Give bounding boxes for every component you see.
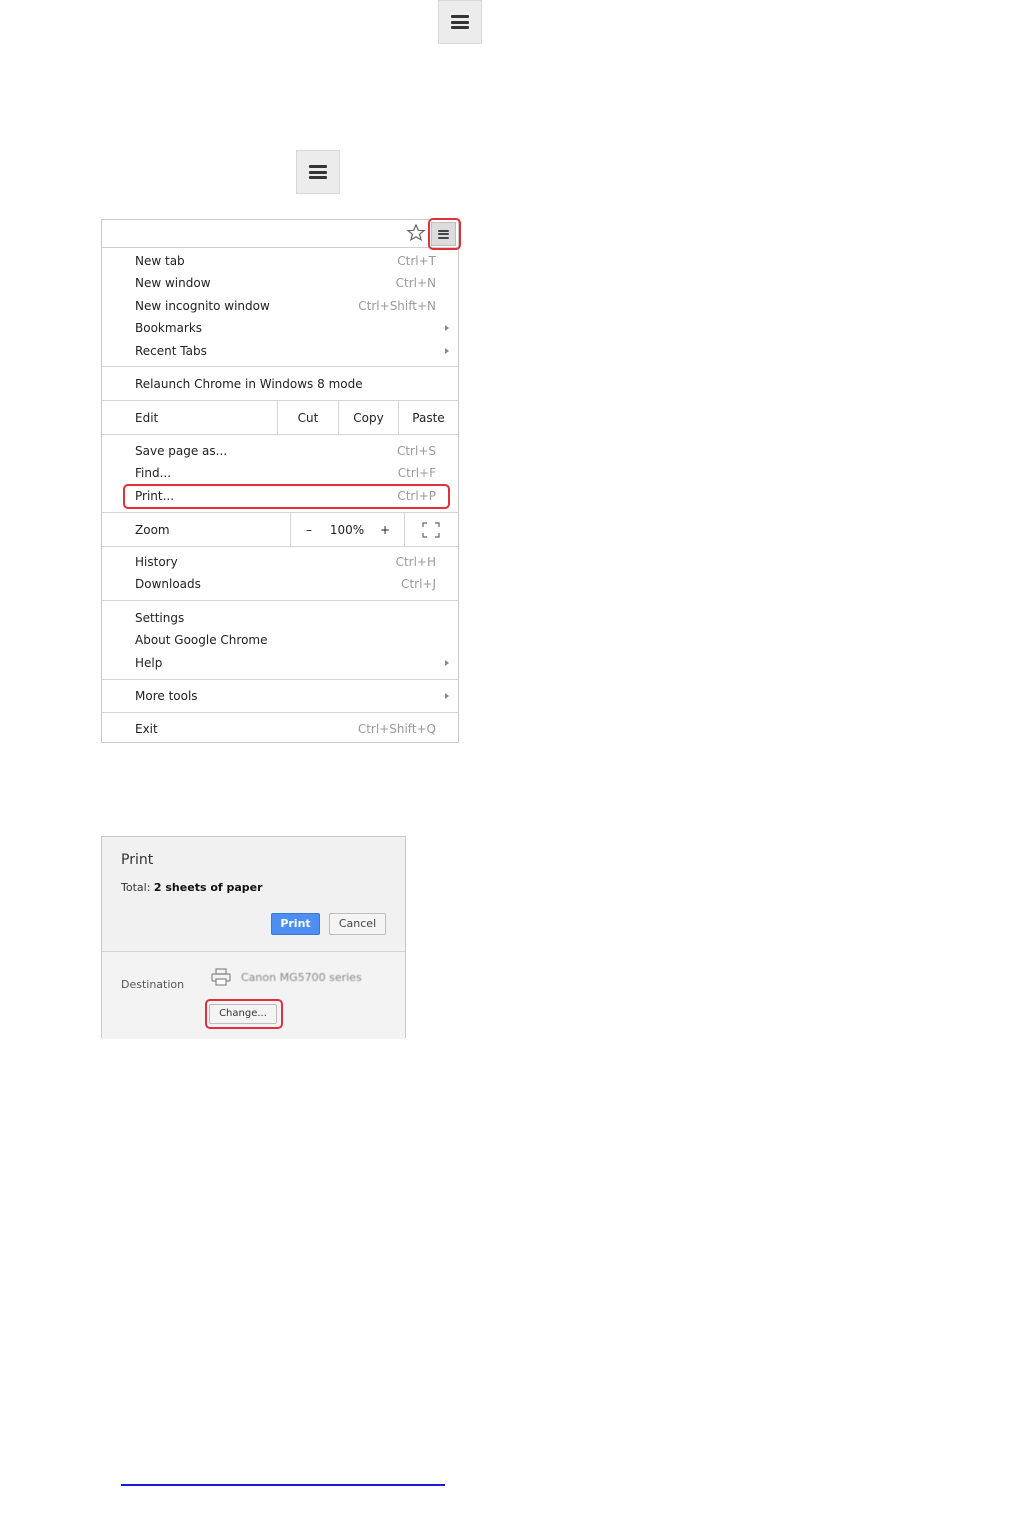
menu-item-bookmarks[interactable]: Bookmarks — [135, 318, 202, 338]
menu-item-downloads[interactable]: Downloads — [135, 574, 201, 594]
print-button[interactable]: Print — [271, 913, 320, 935]
zoom-level: 100% — [329, 523, 365, 537]
cut-button[interactable]: Cut — [278, 408, 338, 428]
shortcut-new-window: Ctrl+N — [395, 276, 436, 290]
shortcut-exit: Ctrl+Shift+Q — [357, 722, 436, 736]
submenu-arrow-icon — [445, 325, 449, 331]
print-dialog-title: Print — [121, 852, 154, 868]
hamburger-icon — [451, 15, 469, 29]
browser-toolbar — [102, 220, 458, 248]
paste-button[interactable]: Paste — [399, 408, 458, 428]
menu-divider — [290, 513, 291, 546]
destination-label: Destination — [121, 978, 185, 991]
menu-divider — [102, 546, 458, 547]
submenu-arrow-icon — [445, 693, 449, 699]
zoom-out-button[interactable]: – — [298, 520, 320, 540]
bookmark-star-icon[interactable] — [406, 223, 426, 243]
copy-button[interactable]: Copy — [339, 408, 398, 428]
change-button-highlight — [205, 999, 283, 1029]
shortcut-new-tab: Ctrl+T — [397, 254, 436, 268]
menu-item-exit[interactable]: Exit — [135, 719, 158, 739]
submenu-arrow-icon — [445, 660, 449, 666]
cancel-button[interactable]: Cancel — [329, 913, 386, 935]
hamburger-icon — [309, 165, 327, 179]
menu-item-help[interactable]: Help — [135, 653, 162, 673]
chrome-menu-panel: New tab Ctrl+T New window Ctrl+N New inc… — [101, 218, 461, 743]
menu-item-save-page-as[interactable]: Save page as... — [135, 441, 227, 461]
menu-item-recent-tabs[interactable]: Recent Tabs — [135, 341, 207, 361]
chrome-menu-icon-example-2 — [296, 150, 340, 194]
menu-divider — [404, 513, 405, 546]
menu-item-new-tab[interactable]: New tab — [135, 251, 185, 271]
shortcut-save-page: Ctrl+S — [396, 444, 436, 458]
menu-item-relaunch[interactable]: Relaunch Chrome in Windows 8 mode — [135, 374, 363, 394]
chrome-menu-icon-example-1 — [438, 0, 482, 44]
printer-name: Canon MG5700 series — [241, 971, 362, 984]
menu-item-new-incognito-window[interactable]: New incognito window — [135, 296, 270, 316]
sheet-count: Total: 2 sheets of paper — [121, 881, 263, 894]
menu-item-find[interactable]: Find... — [135, 463, 171, 483]
link-underline[interactable] — [121, 1484, 445, 1486]
shortcut-new-incognito: Ctrl+Shift+N — [358, 299, 436, 313]
shortcut-history: Ctrl+H — [395, 555, 436, 569]
menu-item-about[interactable]: About Google Chrome — [135, 630, 268, 650]
menu-divider — [102, 434, 458, 435]
menu-item-new-window[interactable]: New window — [135, 273, 211, 293]
zoom-in-button[interactable]: + — [374, 520, 396, 540]
menu-divider — [102, 366, 458, 367]
menu-item-more-tools[interactable]: More tools — [135, 686, 198, 706]
menu-divider — [102, 712, 458, 713]
print-item-highlight — [123, 484, 450, 509]
menu-divider — [102, 600, 458, 601]
shortcut-downloads: Ctrl+J — [401, 577, 436, 591]
menu-item-history[interactable]: History — [135, 552, 178, 572]
fullscreen-icon[interactable] — [422, 522, 440, 538]
menu-divider — [102, 400, 458, 401]
menu-item-zoom: Zoom — [135, 523, 170, 537]
print-dialog: Print Total: 2 sheets of paper Print Can… — [101, 836, 406, 1039]
menu-item-settings[interactable]: Settings — [135, 608, 184, 628]
menu-divider — [102, 679, 458, 680]
printer-icon — [211, 968, 231, 986]
menu-button-highlight — [428, 218, 461, 250]
submenu-arrow-icon — [445, 348, 449, 354]
menu-item-edit: Edit — [135, 411, 159, 425]
shortcut-find: Ctrl+F — [397, 466, 436, 480]
